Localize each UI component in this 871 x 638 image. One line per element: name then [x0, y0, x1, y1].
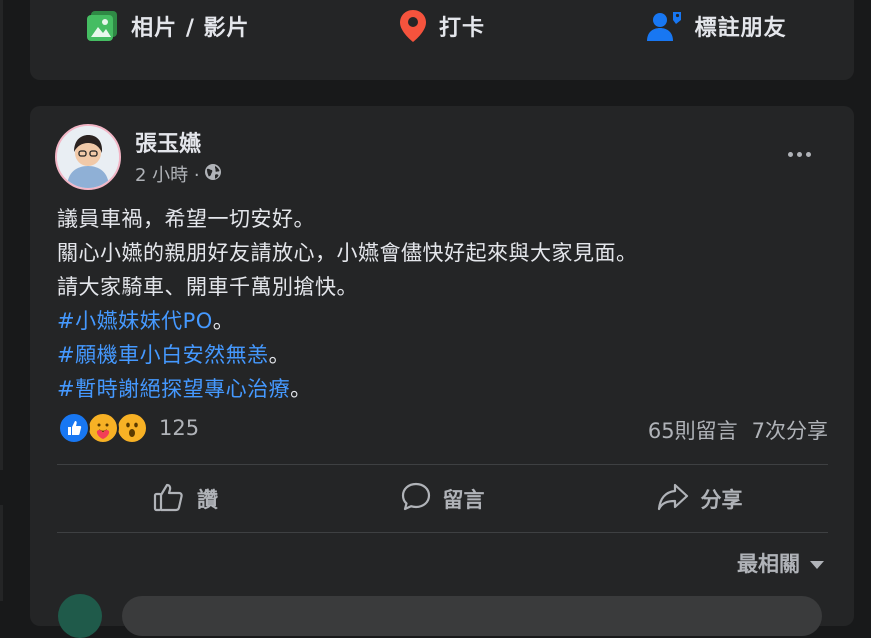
- post-line: 請大家騎車、開車千萬別搶快。: [57, 275, 358, 299]
- comments-count[interactable]: 65則留言: [648, 415, 738, 445]
- post-actions: 讚 留言 分享: [57, 470, 828, 528]
- post-card: 張玉嬿 2 小時 · 議員車禍，希望一切安好。 關心小嬿的親朋好友請放心，小嬿會…: [30, 106, 854, 638]
- caret-down-icon: [810, 560, 824, 569]
- post-composer-card: 相片 / 影片 打卡 標註朋友: [30, 0, 854, 80]
- hashtag-link[interactable]: #願機車小白安然無恙: [57, 343, 269, 367]
- like-label: 讚: [197, 488, 218, 512]
- post-time[interactable]: 2 小時 ·: [135, 161, 200, 187]
- thumbs-up-icon: [153, 482, 185, 517]
- wow-reaction-icon: [116, 412, 148, 444]
- share-icon: [657, 483, 689, 516]
- author-name[interactable]: 張玉嬿: [135, 126, 201, 158]
- hashtag-suffix: 。: [212, 309, 235, 333]
- share-label: 分享: [700, 488, 743, 512]
- hashtag-suffix: 。: [290, 377, 312, 401]
- composer-actions: 相片 / 影片 打卡 標註朋友: [30, 0, 854, 52]
- comment-icon: [401, 482, 431, 517]
- hashtag-line: #願機車小白安然無恙。: [57, 338, 638, 372]
- comment-label: 留言: [442, 488, 485, 512]
- check-in-label: 打卡: [439, 16, 486, 41]
- check-in-button[interactable]: 打卡: [305, 0, 580, 52]
- post-text: 議員車禍，希望一切安好。 關心小嬿的親朋好友請放心，小嬿會儘快好起來與大家見面。…: [57, 202, 638, 406]
- divider: [57, 464, 828, 465]
- engagement-counts: 65則留言 7次分享: [648, 415, 828, 445]
- tag-friends-label: 標註朋友: [694, 16, 787, 41]
- post-line: 議員車禍，希望一切安好。: [57, 207, 315, 231]
- photo-video-label: 相片 / 影片: [131, 16, 250, 41]
- photo-video-button[interactable]: 相片 / 影片: [30, 0, 305, 52]
- author-avatar[interactable]: [55, 124, 121, 190]
- comment-input[interactable]: [122, 596, 822, 636]
- more-dot: [796, 151, 802, 157]
- shares-count[interactable]: 7次分享: [752, 415, 828, 445]
- comment-button[interactable]: 留言: [314, 470, 571, 528]
- more-dot: [805, 151, 811, 157]
- tag-friends-icon: [646, 10, 683, 42]
- hashtag-link[interactable]: #暫時謝絕探望專心治療: [57, 377, 290, 401]
- post-line: 關心小嬿的親朋好友請放心，小嬿會儘快好起來與大家見面。: [57, 241, 638, 265]
- post-meta: 2 小時 ·: [135, 161, 222, 187]
- care-reaction-icon: [87, 412, 119, 444]
- share-button[interactable]: 分享: [571, 470, 828, 528]
- left-column-edge: [0, 0, 3, 470]
- hashtag-line: #小嬿妹妹代PO。: [57, 304, 638, 338]
- hashtag-link[interactable]: #小嬿妹妹代PO: [57, 309, 213, 333]
- more-dot: [787, 151, 793, 157]
- post-options-button[interactable]: [782, 142, 816, 166]
- divider: [57, 532, 828, 533]
- like-button[interactable]: 讚: [57, 470, 314, 528]
- comment-sort-dropdown[interactable]: 最相關: [737, 548, 824, 578]
- reactions-summary[interactable]: 125: [58, 412, 199, 444]
- reaction-count: 125: [159, 416, 200, 440]
- hashtag-line: #暫時謝絕探望專心治療。: [57, 372, 638, 406]
- photo-icon: [85, 10, 119, 42]
- location-pin-icon: [399, 9, 427, 43]
- sort-label: 最相關: [737, 552, 800, 576]
- tag-friends-button[interactable]: 標註朋友: [579, 0, 854, 52]
- left-column-edge: [0, 505, 3, 601]
- like-reaction-icon: [58, 412, 90, 444]
- hashtag-suffix: 。: [268, 343, 291, 367]
- globe-icon: [204, 163, 222, 186]
